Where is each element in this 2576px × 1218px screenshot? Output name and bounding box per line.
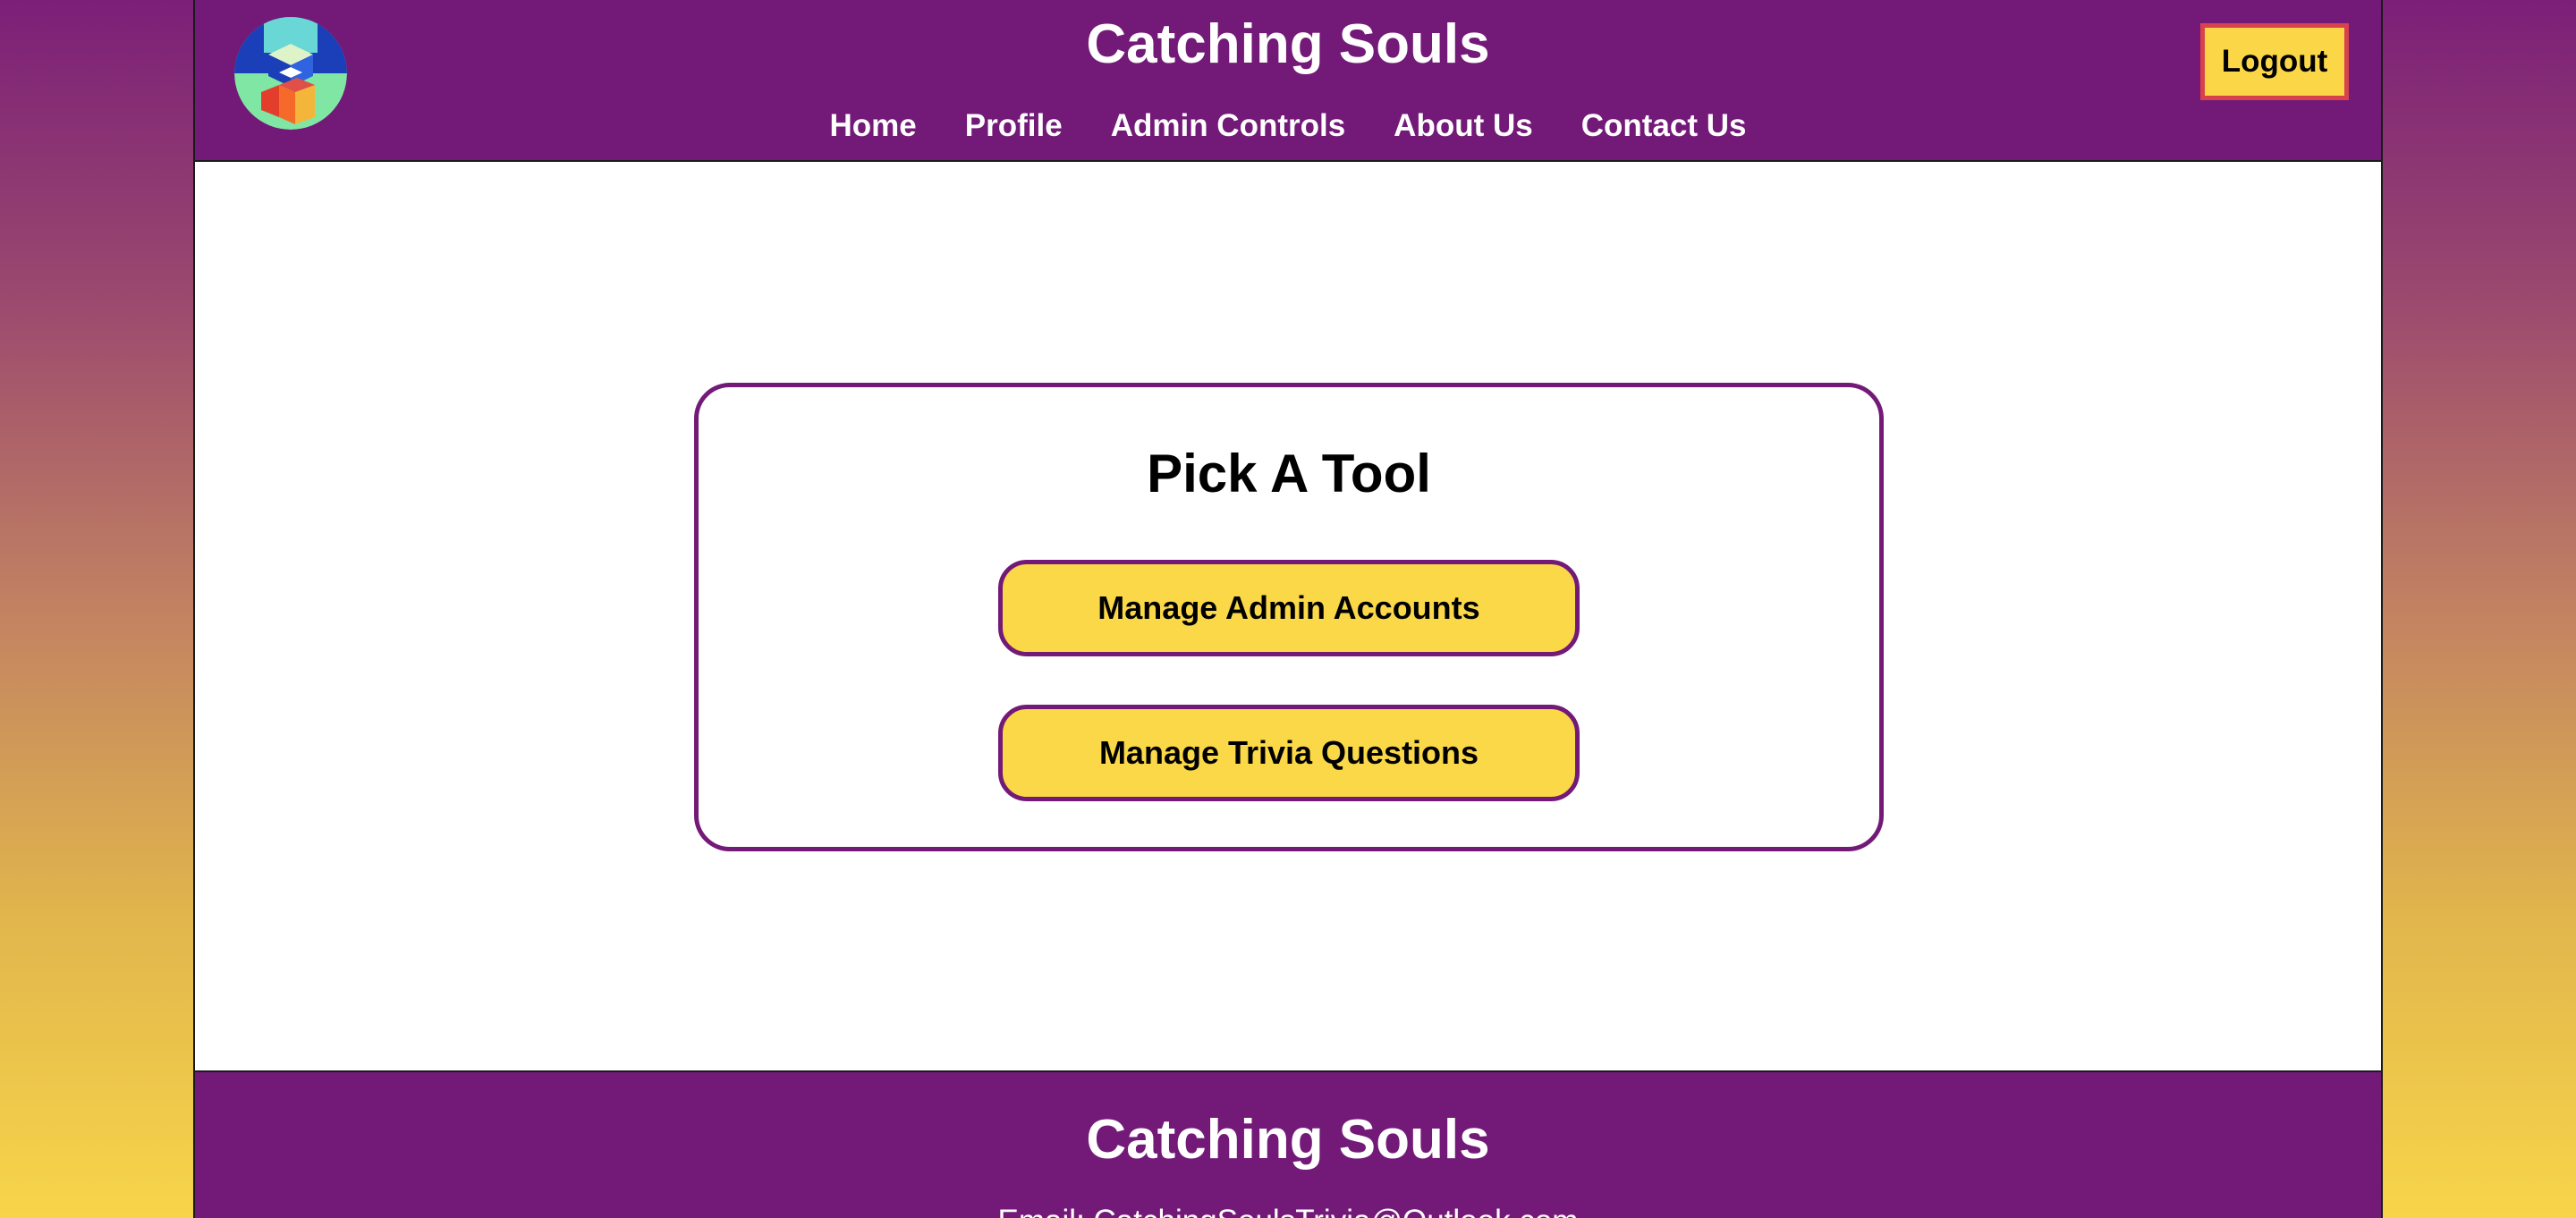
- tool-picker-title: Pick A Tool: [1147, 444, 1431, 503]
- main-nav: Home Profile Admin Controls About Us Con…: [195, 106, 2381, 147]
- manage-trivia-questions-button[interactable]: Manage Trivia Questions: [998, 705, 1580, 801]
- nav-admin-controls[interactable]: Admin Controls: [1111, 106, 1345, 147]
- nav-contact-us[interactable]: Contact Us: [1581, 106, 1747, 147]
- nav-profile[interactable]: Profile: [965, 106, 1063, 147]
- site-footer: Catching Souls Email: CatchingSoulsTrivi…: [195, 1070, 2381, 1218]
- site-header: Catching Souls Home Profile Admin Contro…: [195, 0, 2381, 162]
- footer-title: Catching Souls: [1086, 1109, 1490, 1171]
- page-container: Catching Souls Home Profile Admin Contro…: [193, 0, 2383, 1218]
- nav-home[interactable]: Home: [830, 106, 917, 147]
- site-title: Catching Souls: [1086, 13, 1490, 75]
- logout-button[interactable]: Logout: [2200, 23, 2349, 100]
- tool-picker-card: Pick A Tool Manage Admin Accounts Manage…: [694, 383, 1884, 851]
- nav-about-us[interactable]: About Us: [1394, 106, 1533, 147]
- manage-admin-accounts-button[interactable]: Manage Admin Accounts: [998, 560, 1580, 656]
- footer-email[interactable]: Email: CatchingSoulsTrivia@Outlook.com: [195, 1203, 2381, 1218]
